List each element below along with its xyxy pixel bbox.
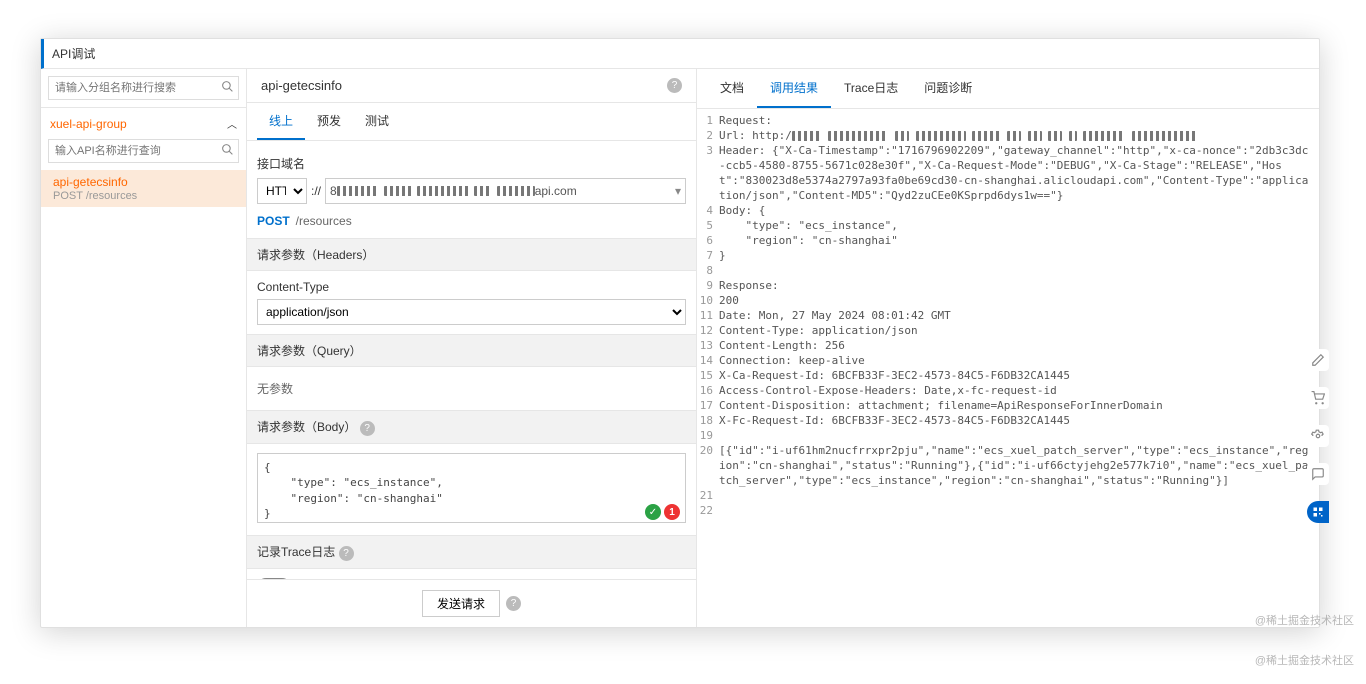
search-icon — [221, 143, 234, 159]
center-panel: api-getecsinfo ? 线上 预发 测试 接口域名 HTTP :// … — [247, 69, 697, 627]
protocol-select[interactable]: HTTP — [257, 178, 307, 204]
query-section-title: 请求参数（Query） — [247, 334, 696, 367]
trace-toggle[interactable] — [257, 578, 291, 579]
body-section-title: 请求参数（Body） ? — [247, 410, 696, 444]
tab-result[interactable]: 调用结果 — [757, 69, 831, 108]
gear-icon[interactable] — [1307, 425, 1329, 447]
tab-tracelog[interactable]: Trace日志 — [831, 69, 911, 108]
right-panel: 文档 调用结果 Trace日志 问题诊断 1Request:2Url: http… — [697, 69, 1319, 627]
no-query-params: 无参数 — [257, 376, 686, 401]
cart-icon[interactable] — [1307, 387, 1329, 409]
domain-select[interactable]: 8 api.com ▾ — [325, 178, 686, 204]
method-path: POST/resources — [257, 214, 686, 228]
api-group-header[interactable]: xuel-api-group ︿ — [41, 108, 246, 139]
chevron-up-icon: ︿ — [227, 116, 237, 131]
api-group-name: xuel-api-group — [50, 117, 127, 131]
response-viewer[interactable]: 1Request:2Url: http:/ 3Header: {"X-Ca-Ti… — [697, 109, 1319, 627]
send-request-button[interactable]: 发送请求 — [422, 590, 500, 617]
search-icon — [221, 80, 234, 96]
help-icon[interactable]: ? — [506, 596, 521, 611]
help-icon[interactable]: ? — [667, 78, 682, 93]
sidebar: xuel-api-group ︿ api-getecsinfo POST /re… — [41, 69, 247, 627]
protocol-sep: :// — [311, 178, 321, 204]
float-toolbar — [1307, 349, 1329, 523]
tab-doc[interactable]: 文档 — [707, 69, 757, 108]
help-icon[interactable]: ? — [360, 421, 375, 436]
api-item-name: api-getecsinfo — [53, 175, 234, 189]
headers-section-title: 请求参数（Headers） — [247, 238, 696, 271]
trace-section-title: 记录Trace日志 ? — [247, 535, 696, 569]
content-type-label: Content-Type — [257, 280, 686, 294]
tab-test[interactable]: 测试 — [353, 103, 401, 140]
tab-diagnose[interactable]: 问题诊断 — [911, 69, 985, 108]
api-title: api-getecsinfo — [261, 78, 342, 93]
lint-ok-icon: ✓ — [645, 504, 661, 520]
api-item-meta: POST /resources — [53, 190, 234, 202]
qr-icon[interactable] — [1307, 501, 1329, 523]
tab-online[interactable]: 线上 — [257, 103, 305, 140]
body-editor[interactable] — [257, 453, 686, 523]
lint-error-badge[interactable]: 1 — [664, 504, 680, 520]
page-title: API调试 — [41, 39, 1319, 69]
obscured-domain — [337, 186, 535, 196]
tab-prepub[interactable]: 预发 — [305, 103, 353, 140]
group-search-input[interactable] — [48, 76, 239, 100]
content-type-select[interactable]: application/json — [257, 299, 686, 325]
chat-icon[interactable] — [1307, 463, 1329, 485]
watermark: @稀土掘金技术社区 — [1255, 612, 1354, 628]
api-list-item[interactable]: api-getecsinfo POST /resources — [41, 170, 246, 207]
help-icon[interactable]: ? — [339, 546, 354, 561]
api-search-input[interactable] — [48, 139, 239, 163]
edit-icon[interactable] — [1307, 349, 1329, 371]
domain-label: 接口域名 — [257, 155, 686, 172]
watermark: @稀土掘金技术社区 — [1255, 652, 1354, 668]
